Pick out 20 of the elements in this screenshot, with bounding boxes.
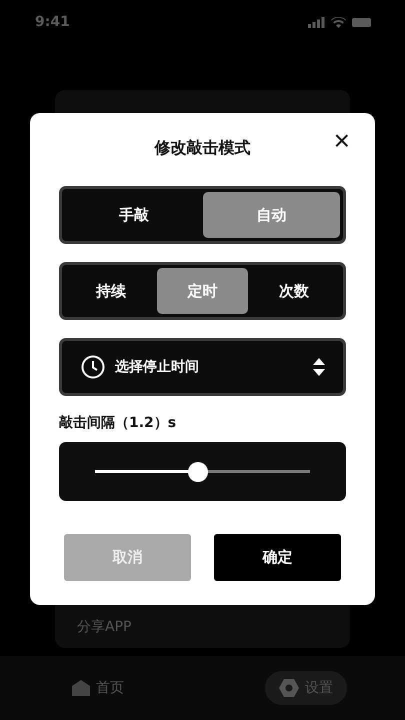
wifi-icon <box>331 16 346 28</box>
signal-icon <box>308 16 325 28</box>
sort-icon <box>313 358 325 376</box>
battery-icon <box>352 18 371 26</box>
slider-track[interactable] <box>95 462 310 482</box>
mode-tab[interactable]: 手敲 <box>65 192 202 238</box>
type-tab[interactable]: 次数 <box>248 268 340 314</box>
close-button[interactable]: × <box>330 127 354 155</box>
nav-label: 设置 <box>305 679 333 697</box>
status-time: 9:41 <box>35 14 70 30</box>
interval-label: 敲击间隔（1.2）s <box>59 414 178 432</box>
clock-icon <box>81 355 105 379</box>
hexagon-icon <box>279 679 299 697</box>
confirm-button[interactable]: 确定 <box>214 534 341 581</box>
stop-time-select[interactable]: 选择停止时间 <box>59 338 346 396</box>
home-icon <box>72 680 90 696</box>
nav-label: 首页 <box>96 679 124 697</box>
slider-thumb[interactable] <box>188 462 208 482</box>
type-tab[interactable]: 持续 <box>65 268 157 314</box>
dialog-title: 修改敲击模式 <box>154 138 250 158</box>
